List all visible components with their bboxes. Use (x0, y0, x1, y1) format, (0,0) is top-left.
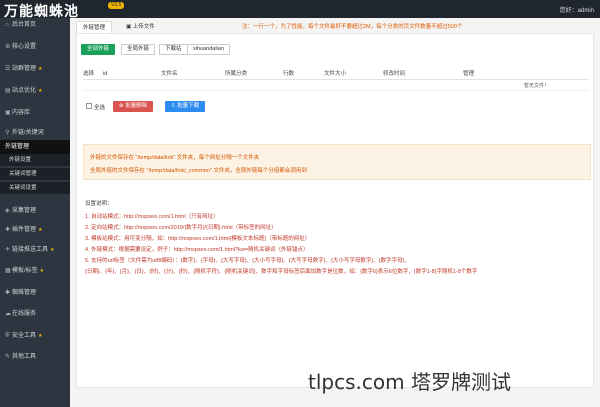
version-badge: V2.5 (108, 2, 125, 9)
top-bar: 万能蜘蛛池 V2.5 您好：admin (0, 0, 600, 20)
select-all-label[interactable]: 全选 (94, 103, 105, 111)
shield-icon: ⛨ (5, 333, 10, 339)
service-icon: ☁ (5, 311, 11, 317)
main-content: 外链管理 ▣ 上传文件 注：一行一个，为了性能，每个文件最好不要超过2M，每个分… (70, 18, 600, 407)
plugin-icon: ✚ (5, 227, 11, 233)
help-line-1: 1. 自动站模式：http://mspseo.com/1.html（只有网址） (85, 214, 219, 220)
help-line-6: {日期}、{年}、{月}、{日}、{时}、{分}、{秒}、{随机字符}、{随机关… (85, 269, 478, 275)
sidebar-item-content-lib[interactable]: ▣内容库 (0, 106, 70, 120)
sidebar: ⌂ 后台首页 ⚙ 核心设置 ☰ 站群管理 ★ ▤站点优化 ★ ▣内容库 ⚲ 外链/关键词 外… (0, 18, 70, 407)
sidebar-item-site-group[interactable]: ☰ 站群管理 ★ (0, 62, 70, 76)
sidebar-item-spider[interactable]: ✱ 蜘蛛管理 (0, 286, 70, 300)
tab-upload-file[interactable]: ▣ 上传文件 (120, 21, 161, 33)
table-empty-row: 暂无文件！ (83, 81, 589, 91)
link-icon: ⚲ (5, 130, 10, 136)
chart-icon: ▤ (5, 88, 11, 94)
sidebar-item-templates[interactable]: ▦模板/标签 ★ (0, 264, 70, 278)
pin-icon: ★ (38, 227, 43, 233)
pin-icon: ★ (38, 333, 43, 339)
home-icon: ⌂ (5, 22, 9, 28)
watermark-text: tlpcs.com 塔罗牌测试 (308, 370, 511, 394)
bulk-delete-button[interactable]: ⊗ 批量删除 (113, 101, 154, 112)
list-icon: ☰ (5, 66, 11, 72)
info-line-2: 全局外链的文件保存在 "/temp/data/link/_common" 文件夹… (90, 168, 307, 174)
help-title: 设置说明： (85, 201, 113, 207)
sidebar-item-online-service[interactable]: ☁在线服务 (0, 307, 70, 321)
user-greeting[interactable]: 您好：admin (560, 5, 594, 14)
sidebar-item-push-tool[interactable]: ✈ 链接推送工具 ★ (0, 243, 70, 257)
pin-icon: ★ (38, 66, 43, 72)
custom-group-button[interactable]: xihuandalian (187, 44, 230, 55)
gear-icon: ⚙ (5, 44, 11, 50)
sidebar-item-other-tools[interactable]: ✎ 其他工具 (0, 350, 70, 364)
sidebar-sub-link-settings[interactable]: 外链设置 (0, 154, 70, 166)
tab-link-manage[interactable]: 外链管理 (76, 21, 113, 33)
info-line-1: 外链的文件保存在 "/temp/data/link" 文件夹，每个网址分隔一个文… (90, 155, 260, 161)
col-filesize: 文件大小 (324, 71, 347, 77)
table-header: 选择 id 文件名 所属分类 行数 文件大小 修改时间 管理 (83, 68, 589, 80)
col-category: 所属分类 (225, 71, 248, 77)
col-filename: 文件名 (161, 71, 178, 77)
sidebar-item-links-keywords[interactable]: ⚲ 外链/关键词 (0, 126, 70, 140)
sidebar-sub-keyword-manage[interactable]: 关键词管理 (0, 168, 70, 180)
col-select: 选择 (83, 71, 95, 77)
help-line-4: 4. 外链模式：根据需要设定，例子：http://mspseo.com/1.ht… (85, 247, 309, 253)
col-id: id (103, 71, 108, 77)
download-site-button[interactable]: 下载站 (159, 44, 188, 55)
global-links-button[interactable]: 全局外链 (121, 44, 156, 55)
sidebar-item-home[interactable]: ⌂ 后台首页 (0, 18, 70, 32)
empty-message: 暂无文件！ (523, 83, 549, 89)
sidebar-item-site-optimize[interactable]: ▤站点优化 ★ (0, 84, 70, 98)
upload-icon: ▣ (126, 24, 133, 30)
pin-icon: ★ (39, 268, 45, 274)
tool-icon: ✎ (5, 354, 11, 360)
help-line-2: 2. 定向站模式：http://mspseo.com/2019/{数字月}/{日… (85, 225, 277, 231)
select-all-checkbox[interactable] (86, 103, 92, 109)
col-manage: 管理 (463, 71, 475, 77)
spider-icon: ✱ (5, 290, 11, 296)
all-links-button[interactable]: 全部外链 (81, 44, 116, 55)
help-line-3: 3. 模板站模式：用可变分隔，如：http://mspseo.com/1.htm… (85, 236, 311, 242)
col-modified: 修改时间 (383, 71, 406, 77)
col-lines: 行数 (283, 71, 295, 77)
pin-icon: ★ (38, 88, 43, 94)
collect-icon: ◈ (5, 208, 10, 214)
help-line-5: 5. 支持的url标签（文件需为utf8编码）：{数字}、{字母}、{大写字母}… (85, 258, 410, 264)
sidebar-item-core-settings[interactable]: ⚙ 核心设置 (0, 40, 70, 54)
bulk-download-button[interactable]: ⇩ 批量下载 (165, 101, 206, 112)
sidebar-item-plugins[interactable]: ✚ 插件管理 ★ (0, 223, 70, 237)
sidebar-sub-keyword-settings[interactable]: 关键词设置 (0, 182, 70, 194)
doc-icon: ▣ (5, 110, 11, 116)
upload-notice: 注：一行一个，为了性能，每个文件最好不要超过2M，每个分类的页文件数量不超过50… (242, 24, 463, 30)
pin-icon: ★ (50, 247, 55, 253)
link-panel: 全部外链 全局外链 下载站 xihuandalian 选择 id 文件名 所属分… (76, 33, 594, 388)
sidebar-item-security[interactable]: ⛨ 安全工具 ★ (0, 329, 70, 343)
sidebar-item-link-manage[interactable]: 外链管理 (0, 140, 70, 154)
sidebar-item-collect[interactable]: ◈ 采集管理 (0, 204, 70, 218)
push-icon: ✈ (5, 247, 11, 253)
info-box: 外链的文件保存在 "/temp/data/link" 文件夹，每个网址分隔一个文… (83, 144, 591, 180)
template-icon: ▦ (5, 268, 11, 274)
